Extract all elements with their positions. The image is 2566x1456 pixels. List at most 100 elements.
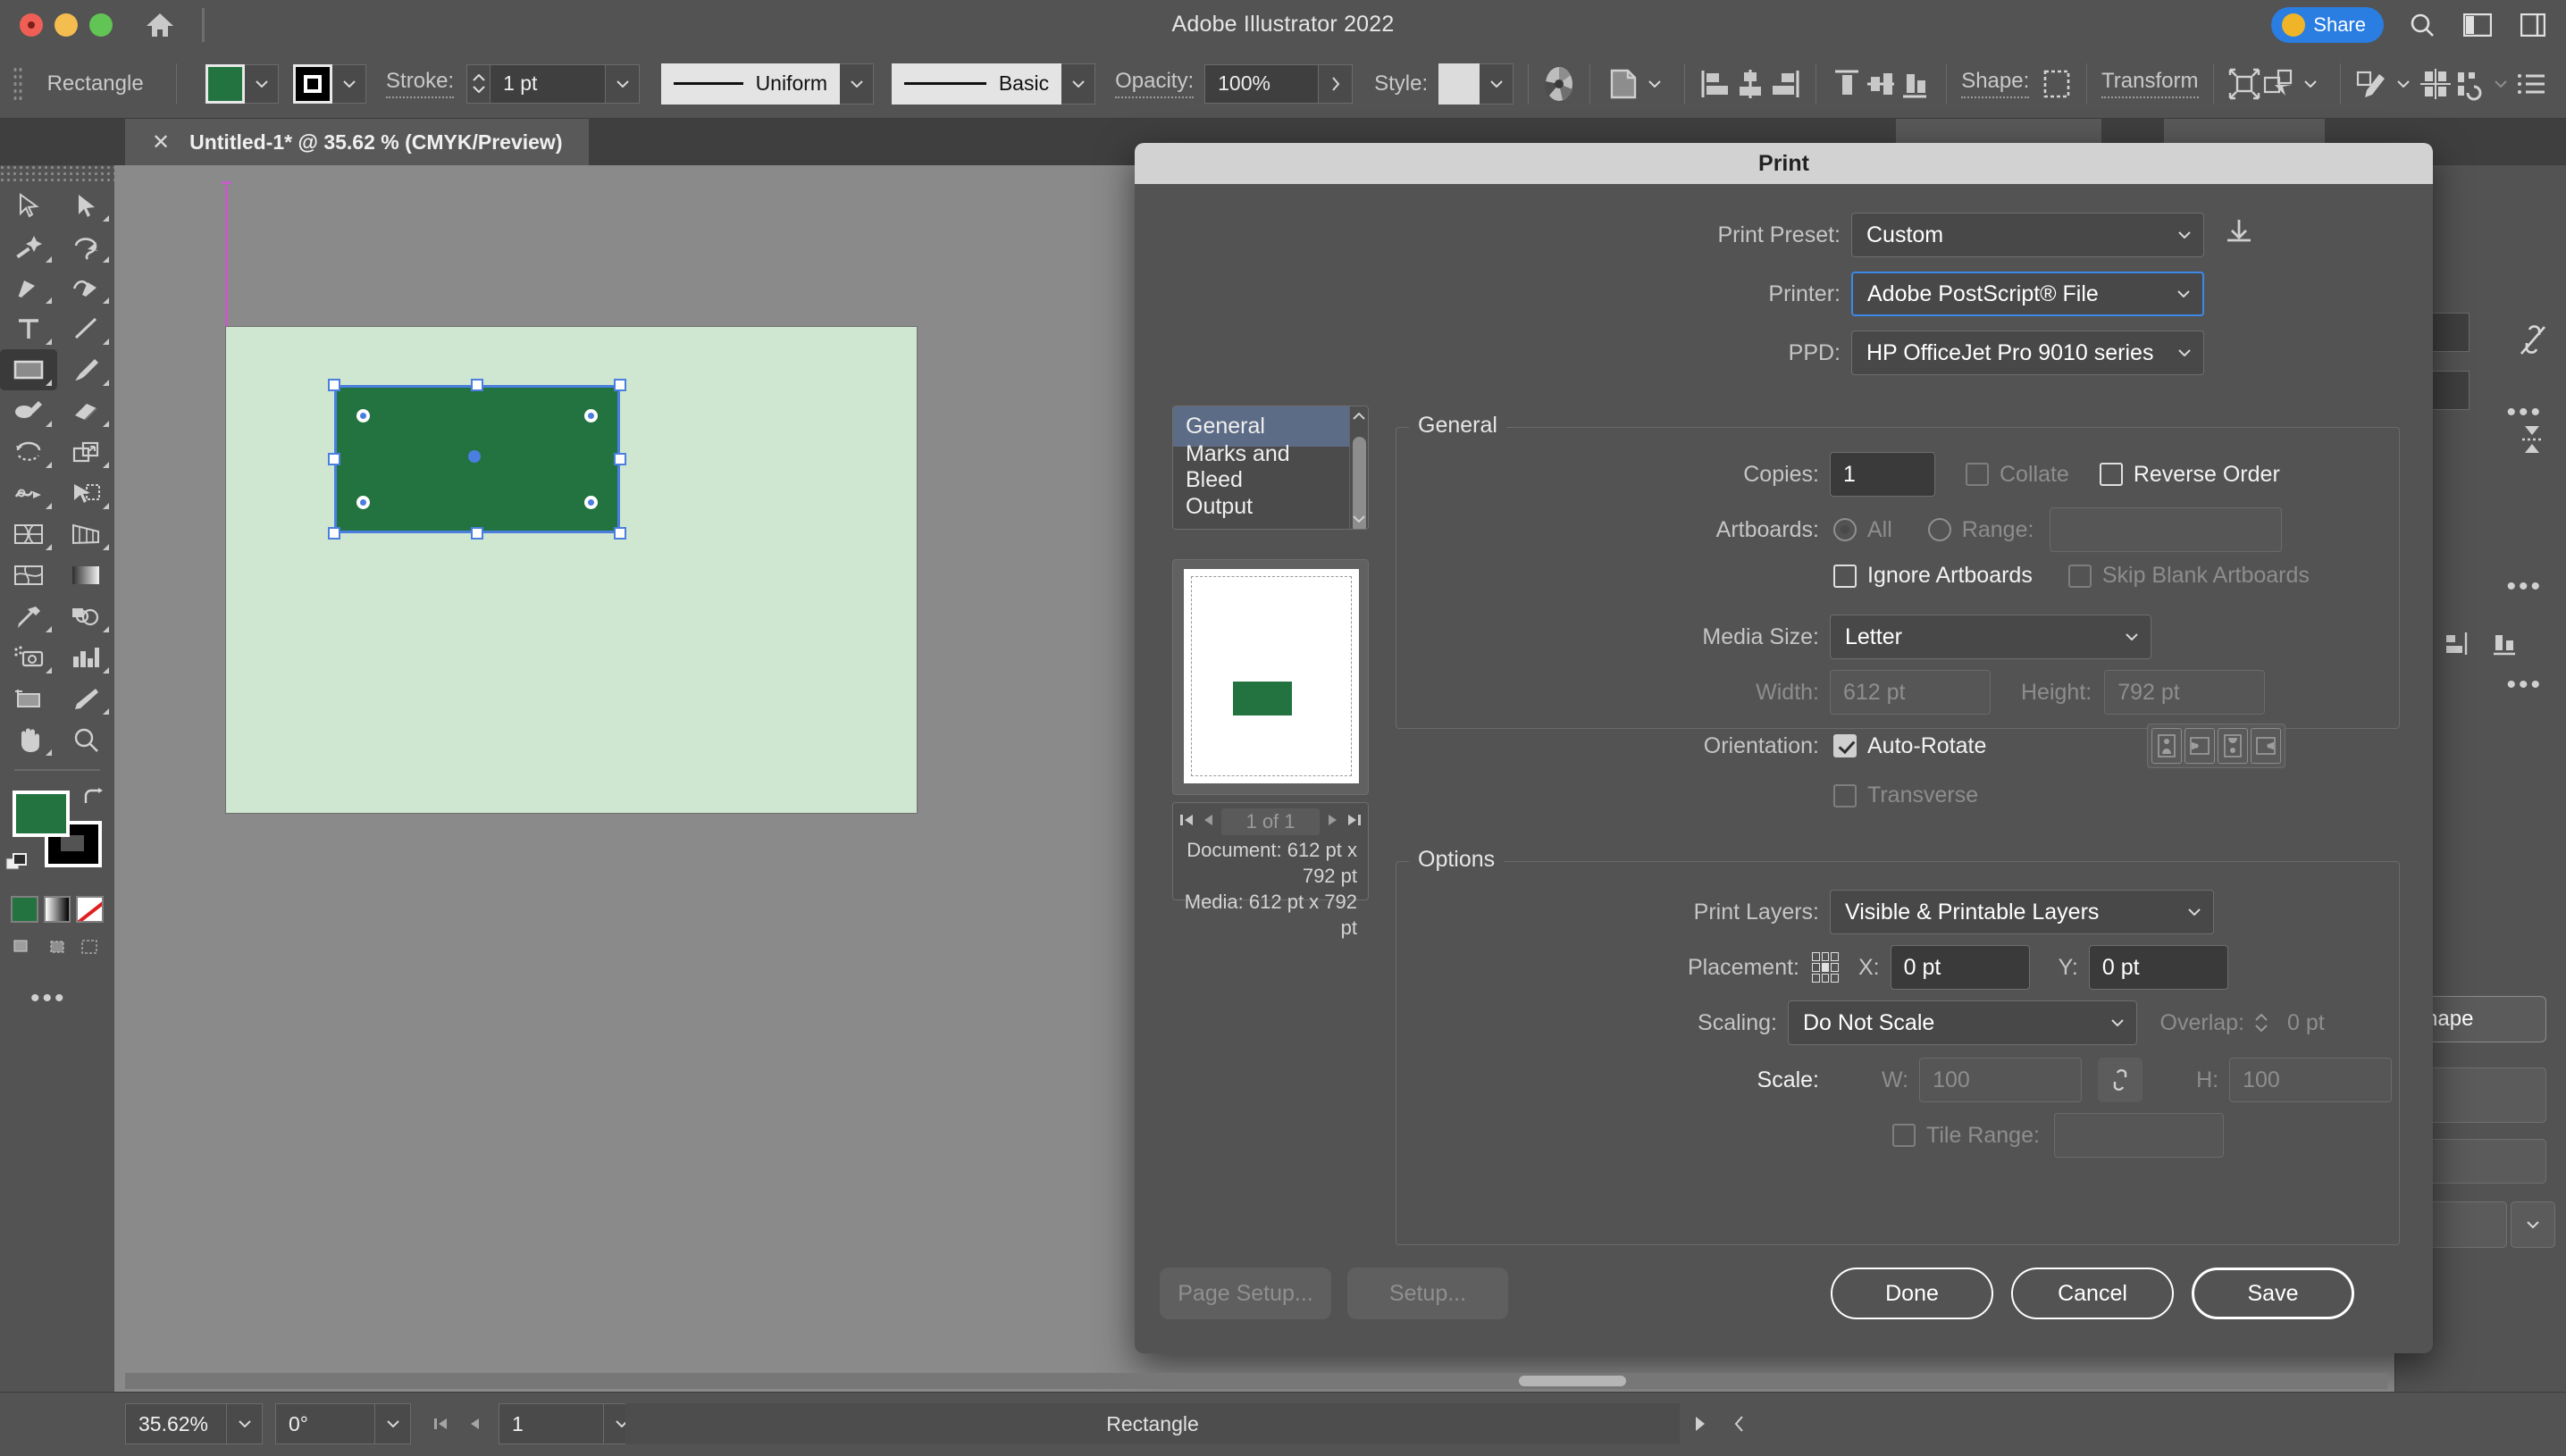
eraser-tool[interactable] — [57, 390, 114, 431]
prev-page-icon[interactable] — [457, 1403, 491, 1444]
tile-range-checkbox[interactable] — [1892, 1124, 1916, 1147]
direct-selection-tool[interactable] — [57, 185, 114, 226]
scale-tool[interactable] — [57, 431, 114, 473]
artboards-all-radio-row[interactable]: All — [1833, 517, 1892, 543]
first-page-icon[interactable] — [1178, 809, 1195, 834]
stroke-weight-field-group[interactable]: 1 pt — [466, 63, 641, 104]
print-preset-select[interactable]: Custom — [1851, 213, 2204, 257]
rotation-input[interactable]: 0° — [275, 1403, 375, 1444]
opacity-expand-chevron[interactable] — [1319, 63, 1354, 104]
resize-handle-bl[interactable] — [328, 527, 340, 540]
page-setup-button[interactable]: Page Setup... — [1160, 1268, 1331, 1319]
arrange-documents-icon[interactable] — [2461, 10, 2495, 40]
collate-checkbox[interactable] — [1966, 463, 1989, 486]
select-similar-chevron[interactable] — [2295, 64, 2325, 104]
resize-handle-ml[interactable] — [328, 453, 340, 465]
perspective-grid-tool[interactable] — [57, 514, 114, 555]
width-profile-chevron[interactable] — [840, 63, 875, 105]
line-segment-tool[interactable] — [57, 308, 114, 349]
align-right-icon[interactable] — [1767, 64, 1801, 104]
placement-proxy-icon[interactable] — [1812, 952, 1839, 983]
graphic-style-group[interactable] — [1438, 63, 1514, 105]
edit-toolbar-more-button[interactable]: ••• — [0, 960, 114, 1014]
panel-menu-dots-2[interactable]: ••• — [2506, 572, 2543, 602]
placement-y-input[interactable]: 0 pt — [2088, 945, 2228, 990]
reverse-order-checkbox-row[interactable]: Reverse Order — [2099, 462, 2280, 488]
save-button[interactable]: Save — [2192, 1268, 2354, 1319]
save-preset-icon[interactable] — [2224, 217, 2254, 254]
arrange-icon[interactable] — [2453, 64, 2486, 104]
hand-tool[interactable] — [0, 719, 57, 760]
brush-chevron[interactable] — [1061, 63, 1096, 105]
stroke-weight-label[interactable]: Stroke: — [386, 69, 455, 98]
select-similar-icon[interactable] — [2261, 64, 2295, 104]
scroll-up-icon[interactable] — [1350, 406, 1368, 426]
stroke-swatch-group[interactable] — [293, 63, 367, 104]
rotate-tool[interactable] — [0, 431, 57, 473]
arrange-chevron[interactable] — [2486, 64, 2516, 104]
magic-wand-tool[interactable] — [0, 226, 57, 267]
column-graph-tool[interactable] — [57, 637, 114, 678]
panel-menu-dots-1[interactable]: ••• — [2506, 397, 2543, 428]
align-horizontal-icon[interactable] — [2443, 630, 2470, 663]
ppd-select[interactable]: HP OfficeJet Pro 9010 series — [1851, 331, 2204, 375]
none-mode-button[interactable] — [76, 896, 105, 923]
stroke-weight-stepper[interactable] — [466, 63, 491, 104]
symbol-sprayer-tool[interactable] — [0, 637, 57, 678]
tile-range-input[interactable] — [2053, 1113, 2224, 1158]
panel-menu-icon[interactable] — [2516, 64, 2546, 104]
opacity-field-group[interactable]: 100% — [1204, 63, 1354, 104]
print-sections-scrollbar[interactable] — [1349, 406, 1368, 529]
scrollbar-thumb[interactable] — [1519, 1376, 1626, 1386]
close-icon[interactable]: ✕ — [152, 130, 170, 155]
type-tool[interactable] — [0, 308, 57, 349]
panel-field-3-chevron[interactable] — [2511, 1201, 2555, 1248]
align-bottom-edge-icon[interactable] — [2491, 630, 2518, 663]
printer-select[interactable]: Adobe PostScript® File — [1851, 272, 2204, 316]
draw-inside-icon[interactable] — [76, 933, 104, 960]
scaling-select[interactable]: Do Not Scale — [1787, 1000, 2137, 1045]
print-sections-list[interactable]: General Marks and Bleed Output Graphics … — [1172, 406, 1369, 530]
fill-dropdown-chevron[interactable] — [245, 63, 280, 104]
section-marks-and-bleed[interactable]: Marks and Bleed — [1173, 441, 1349, 492]
cancel-button[interactable]: Cancel — [2011, 1268, 2174, 1319]
link-icon[interactable] — [2098, 1058, 2143, 1102]
document-tab[interactable]: ✕ Untitled-1* @ 35.62 % (CMYK/Preview) — [125, 119, 590, 165]
gradient-mode-button[interactable] — [43, 896, 71, 923]
gradient-tool[interactable] — [57, 555, 114, 596]
resize-handle-tc[interactable] — [471, 379, 483, 391]
rotation-dropdown-chevron[interactable] — [375, 1403, 411, 1444]
next-page-icon[interactable] — [1327, 809, 1339, 834]
opacity-input[interactable]: 100% — [1204, 63, 1320, 104]
corner-widget-bl[interactable] — [356, 496, 370, 509]
print-layers-select[interactable]: Visible & Printable Layers — [1830, 890, 2214, 934]
placement-x-input[interactable]: 0 pt — [1890, 945, 2030, 990]
overlap-field-group[interactable]: 0 pt — [2255, 1000, 2400, 1045]
resize-handle-tl[interactable] — [328, 379, 340, 391]
overlap-stepper[interactable] — [2255, 1014, 2275, 1032]
lasso-tool[interactable] — [57, 226, 114, 267]
setup-button[interactable]: Setup... — [1347, 1268, 1508, 1319]
stroke-dropdown-chevron[interactable] — [332, 63, 367, 104]
ignore-artboards-checkbox-row[interactable]: Ignore Artboards — [1833, 563, 2033, 589]
slice-tool[interactable] — [57, 678, 114, 719]
resize-handle-br[interactable] — [614, 527, 626, 540]
graphic-style-chevron[interactable] — [1480, 63, 1514, 105]
collate-checkbox-row[interactable]: Collate — [1966, 462, 2069, 488]
transform-label[interactable]: Transform — [2101, 69, 2199, 98]
rectangle-tool[interactable] — [0, 349, 57, 390]
fill-color-swatch[interactable] — [13, 791, 70, 837]
stroke-weight-input[interactable]: 1 pt — [490, 63, 607, 104]
corner-widget-tl[interactable] — [356, 409, 370, 423]
resize-handle-mr[interactable] — [614, 453, 626, 465]
width-tool[interactable] — [0, 473, 57, 514]
landscape-left-icon[interactable] — [2184, 728, 2216, 764]
resize-handle-bc[interactable] — [471, 527, 483, 540]
print-dialog[interactable]: Print Print Preset: Custom Printer: Adob… — [1135, 143, 2433, 1353]
artboards-all-radio[interactable] — [1833, 518, 1857, 541]
overlap-input[interactable]: 0 pt — [2275, 1000, 2400, 1045]
zoom-level-input[interactable]: 35.62% — [125, 1403, 227, 1444]
mesh-tool[interactable] — [0, 555, 57, 596]
distribute-spacing-icon[interactable] — [2419, 64, 2453, 104]
scroll-down-icon[interactable] — [1350, 509, 1368, 529]
